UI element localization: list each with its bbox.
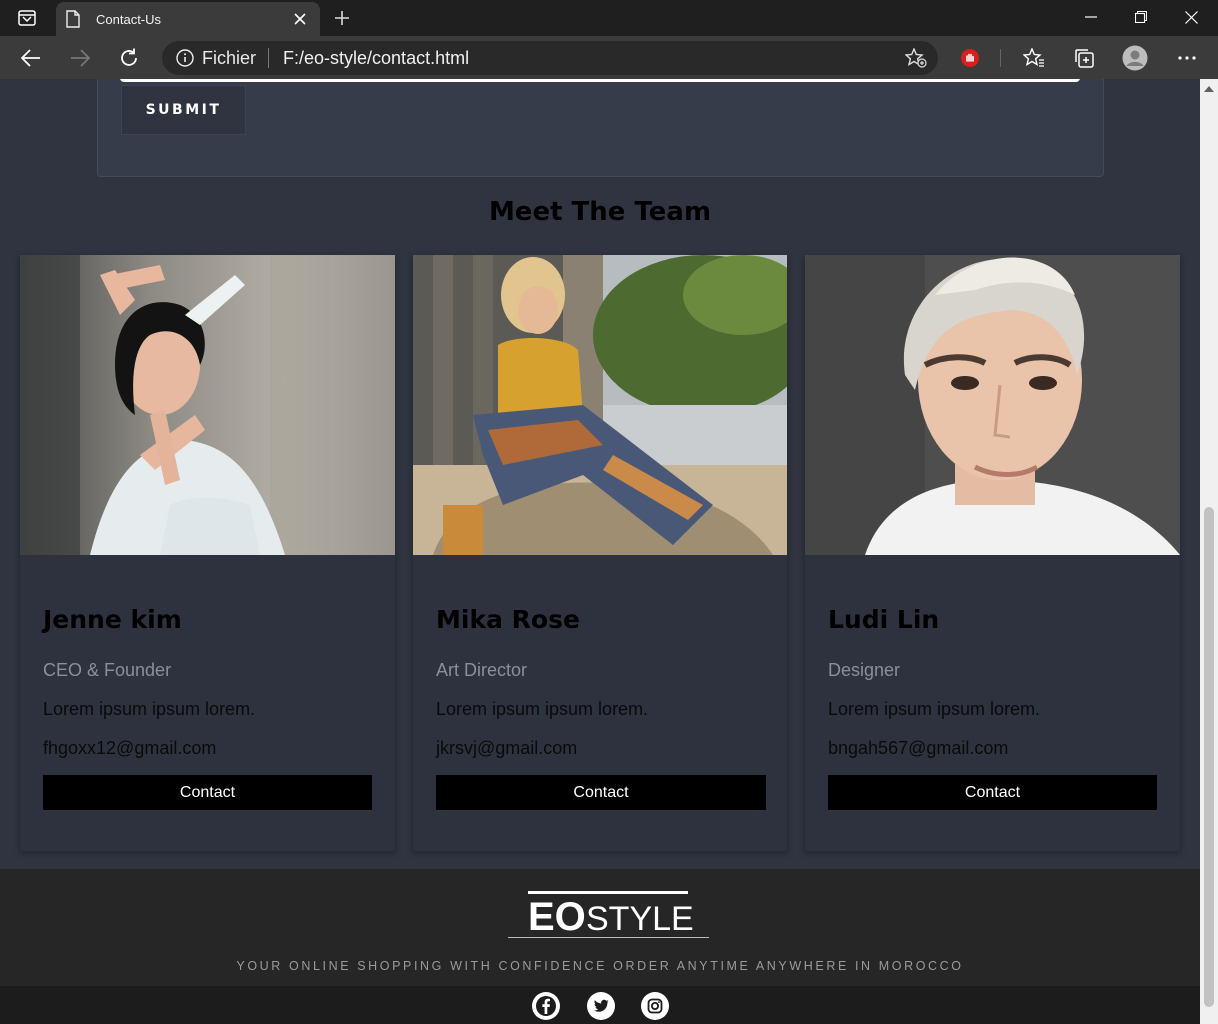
close-tab-icon[interactable] [290,9,310,29]
browser-tab[interactable]: Contact-Us [56,2,320,36]
team-section-title: Meet The Team [488,197,712,227]
member-name: Mika Rose [436,605,580,634]
address-url[interactable]: F:/eo-style/contact.html [283,48,904,69]
svg-text:EO: EO [528,895,586,939]
footer-tagline: YOUR ONLINE SHOPPING WITH CONFIDENCE ORD… [236,959,964,973]
contact-button[interactable]: Contact [436,775,766,810]
contact-form: SUBMIT [97,79,1104,177]
member-name: Jenne kim [43,605,182,634]
tab-actions-icon[interactable] [10,6,44,30]
contact-button[interactable]: Contact [43,775,372,810]
member-email: fhgoxx12@gmail.com [43,738,217,758]
team-card: Jenne kim CEO & Founder Lorem ipsum ipsu… [20,255,395,851]
team-card: Mika Rose Art Director Lorem ipsum ipsum… [413,255,787,851]
member-role: Art Director [436,660,528,680]
back-icon[interactable] [15,42,47,74]
info-icon[interactable] [176,49,194,67]
member-role: Designer [828,660,901,680]
close-window-icon[interactable] [1166,0,1216,34]
message-field[interactable] [120,79,1080,82]
page-icon [66,10,82,28]
member-photo [805,255,1180,555]
member-description: Lorem ipsum ipsum lorem. [436,699,649,719]
submit-button[interactable]: SUBMIT [121,85,246,135]
scrollbar-thumb[interactable] [1204,507,1214,1007]
profile-avatar-icon[interactable] [1119,42,1151,74]
vertical-scrollbar[interactable] [1200,79,1218,1024]
forward-icon[interactable] [64,42,96,74]
member-description: Lorem ipsum ipsum lorem. [43,699,256,719]
member-email: bngah567@gmail.com [828,738,1009,758]
footer-social-bar [0,986,1200,1024]
address-bar[interactable]: Fichier F:/eo-style/contact.html [162,41,938,75]
member-photo [413,255,787,555]
facebook-icon[interactable] [532,992,560,1020]
address-scheme: Fichier [202,47,257,68]
twitter-icon[interactable] [587,992,615,1020]
browser-tab-bar: Contact-Us [0,0,1218,36]
member-photo [20,255,395,555]
minimize-icon[interactable] [1066,0,1116,34]
member-email: jkrsvj@gmail.com [436,738,578,758]
page-content: SUBMIT Meet The Team Jenne kim CEO & Fou… [0,79,1200,1024]
instagram-icon[interactable] [641,992,669,1020]
favorites-icon[interactable] [1018,42,1050,74]
new-tab-icon[interactable] [330,6,354,30]
member-role: CEO & Founder [43,660,172,680]
member-name: Ludi Lin [828,605,940,634]
site-footer: EO STYLE YOUR ONLINE SHOPPING WITH CONFI… [0,869,1200,1024]
brand-logo[interactable]: EO STYLE [508,891,709,939]
contact-button[interactable]: Contact [828,775,1157,810]
team-card: Ludi Lin Designer Lorem ipsum ipsum lore… [805,255,1180,851]
refresh-icon[interactable] [113,42,145,74]
toolbar-divider [1000,49,1001,67]
address-separator [268,48,270,68]
member-description: Lorem ipsum ipsum lorem. [828,699,1041,719]
tab-title: Contact-Us [96,11,162,27]
scroll-up-icon[interactable] [1204,85,1214,93]
collections-icon[interactable] [1068,42,1100,74]
svg-text:STYLE: STYLE [586,900,694,938]
blocker-extension-icon[interactable] [954,42,986,74]
restore-icon[interactable] [1116,0,1166,34]
add-favorite-icon[interactable] [904,46,928,70]
more-menu-icon[interactable] [1171,42,1203,74]
